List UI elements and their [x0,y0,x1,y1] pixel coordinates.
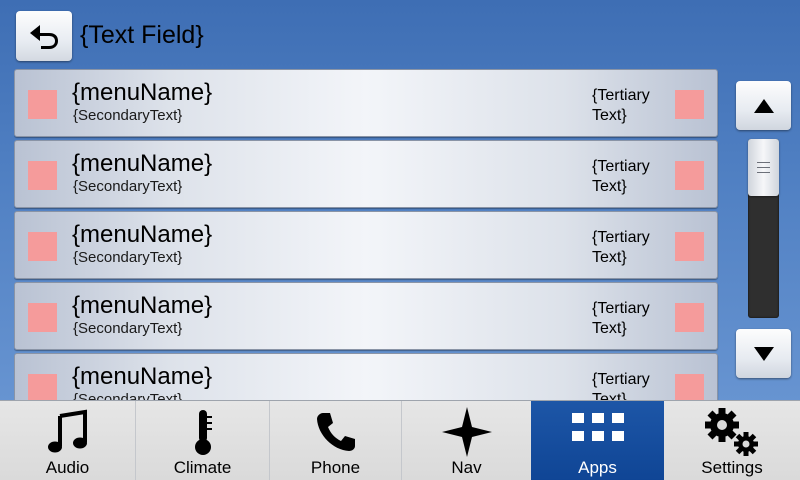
tertiary-text: {Tertiary Text} [592,370,664,400]
menu-name: {menuName} [72,221,213,248]
right-image-placeholder [675,232,704,261]
nav-item-nav[interactable]: Nav [402,401,531,480]
tertiary-text: {Tertiary Text} [592,86,664,126]
nav-label: Settings [701,458,763,477]
tertiary-text: {Tertiary Text} [592,299,664,339]
tertiary-line-1: {Tertiary [592,300,650,317]
nav-label: Climate [173,458,232,477]
back-arrow-icon [30,25,58,49]
nav-label: Audio [45,458,90,477]
tertiary-text: {Tertiary Text} [592,228,664,268]
left-image-placeholder [28,374,57,400]
compass-star-icon [441,407,493,457]
triangle-up-icon [753,98,774,113]
secondary-text: {SecondaryText} [73,391,183,400]
music-note-icon [45,407,91,457]
nav-item-apps[interactable]: Apps [531,401,664,480]
menu-name: {menuName} [72,79,213,106]
grip-line [757,162,770,163]
back-button[interactable] [16,11,72,61]
tertiary-line-1: {Tertiary [592,371,650,388]
menu-list[interactable]: {menuName} {SecondaryText} {Tertiary Text… [14,69,720,400]
right-image-placeholder [675,303,704,332]
nav-item-audio[interactable]: Audio [0,401,135,480]
tertiary-line-1: {Tertiary [592,229,650,246]
scroll-down-button[interactable] [736,329,791,378]
bottom-nav-bar: Audio Climate Phone Nav Apps Settings [0,400,800,480]
left-image-placeholder [28,303,57,332]
scroll-up-button[interactable] [736,81,791,130]
nav-label: Apps [578,458,617,477]
list-item[interactable]: {menuName} {SecondaryText} {Tertiary Text… [14,69,718,137]
apps-grid-icon [571,407,624,457]
right-image-placeholder [675,161,704,190]
scrollbar-thumb[interactable] [748,139,779,196]
list-item[interactable]: {menuName} {SecondaryText} {Tertiary Text… [14,140,718,208]
menu-name: {menuName} [72,150,213,177]
tertiary-line-2: Text} [592,107,627,124]
secondary-text: {SecondaryText} [73,249,183,266]
menu-name: {menuName} [72,363,213,390]
tertiary-line-1: {Tertiary [592,158,650,175]
nav-label: Phone [310,458,361,477]
right-image-placeholder [675,90,704,119]
triangle-down-icon [753,346,774,361]
menu-name: {menuName} [72,292,213,319]
grip-line [757,167,770,168]
phone-icon [314,407,358,457]
right-image-placeholder [675,374,704,400]
left-image-placeholder [28,90,57,119]
list-item[interactable]: {menuName} {SecondaryText} {Tertiary Text… [14,211,718,279]
nav-item-climate[interactable]: Climate [136,401,269,480]
header-title: {Text Field} [80,21,204,49]
gears-icon [704,407,760,457]
tertiary-line-1: {Tertiary [592,87,650,104]
tertiary-line-2: Text} [592,249,627,266]
nav-item-settings[interactable]: Settings [664,401,800,480]
tertiary-line-2: Text} [592,391,627,400]
left-image-placeholder [28,232,57,261]
nav-label: Nav [451,458,482,477]
tertiary-line-2: Text} [592,178,627,195]
list-item[interactable]: {menuName} {SecondaryText} {Tertiary Text… [14,353,718,400]
tertiary-text: {Tertiary Text} [592,157,664,197]
thermometer-icon [188,407,218,457]
screen: {Text Field} {menuName} {SecondaryText} … [0,0,800,480]
left-image-placeholder [28,161,57,190]
nav-item-phone[interactable]: Phone [270,401,401,480]
secondary-text: {SecondaryText} [73,107,183,124]
grip-line [757,172,770,173]
secondary-text: {SecondaryText} [73,178,183,195]
list-item[interactable]: {menuName} {SecondaryText} {Tertiary Text… [14,282,718,350]
secondary-text: {SecondaryText} [73,320,183,337]
tertiary-line-2: Text} [592,320,627,337]
